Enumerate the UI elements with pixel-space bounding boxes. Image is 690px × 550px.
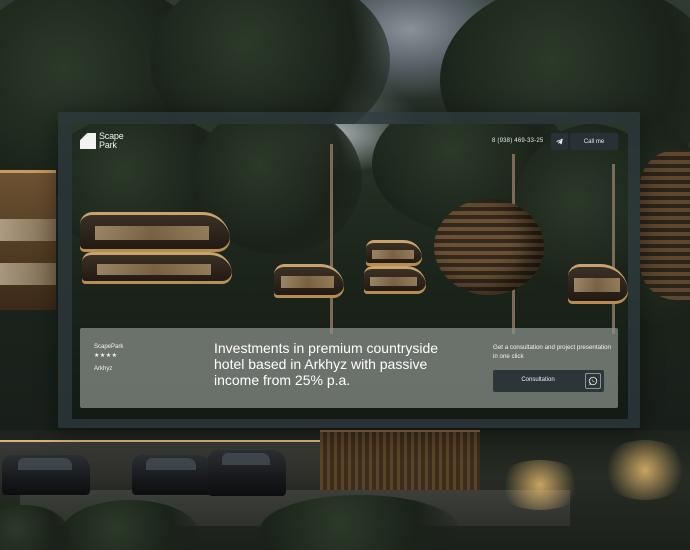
telegram-button[interactable]: [551, 133, 568, 150]
call-me-button[interactable]: Call me: [570, 133, 618, 150]
wooden-fence: [320, 430, 480, 490]
logo-text-line2: Park: [99, 140, 117, 150]
consultation-label: Consultation: [521, 377, 555, 383]
cta-text: Get a consultation and project presentat…: [493, 344, 611, 360]
location-label: Arkhyz: [94, 366, 113, 372]
logo-icon: [80, 133, 96, 149]
whatsapp-button[interactable]: [585, 373, 601, 389]
card-brand-name: ScapePark: [94, 344, 124, 350]
telegram-icon: [555, 138, 563, 145]
headline: Investments in premium countryside hotel…: [214, 340, 439, 388]
consultation-button[interactable]: Consultation: [493, 370, 604, 392]
treehouse: [364, 266, 426, 294]
whatsapp-icon: [588, 376, 598, 386]
info-card: ScapePark ★★★★ Arkhyz Investments in pre…: [80, 328, 618, 408]
car: [208, 450, 286, 496]
treehouse-pod-right: [640, 150, 690, 300]
logo[interactable]: Scape Park: [80, 132, 124, 150]
treehouse-sphere: [434, 199, 544, 295]
treehouse: [80, 212, 230, 252]
website-screen: Scape Park 8 (938) 469-33-25 Call me Sca…: [72, 124, 628, 419]
building-left: [0, 170, 56, 310]
car: [2, 455, 90, 495]
treehouse: [82, 252, 232, 284]
treehouse: [274, 264, 344, 298]
treehouse: [366, 240, 422, 266]
car: [132, 455, 212, 495]
star-rating: ★★★★: [94, 353, 118, 359]
phone-number[interactable]: 8 (938) 469-33-25: [492, 138, 543, 144]
